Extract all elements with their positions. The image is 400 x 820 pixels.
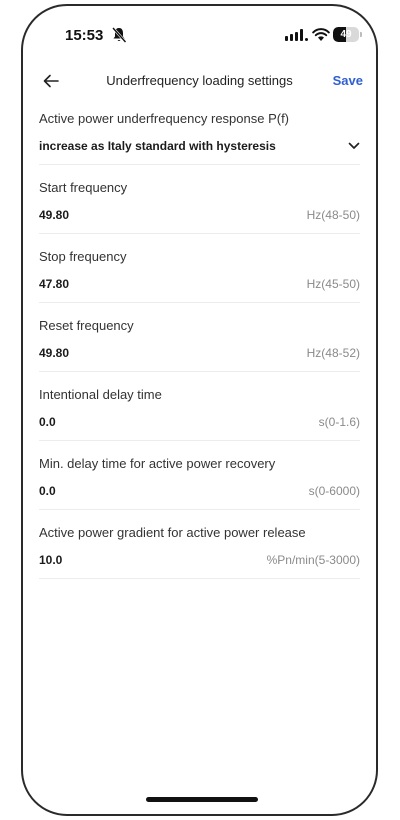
field-stop-frequency: Stop frequency 47.80 Hz(45-50) [39, 248, 360, 303]
settings-form: Active power underfrequency response P(f… [39, 110, 360, 579]
field-label: Active power gradient for active power r… [39, 525, 306, 540]
field-value: 49.80 [39, 346, 70, 360]
field-value: 49.80 [39, 208, 70, 222]
field-value: 47.80 [39, 277, 70, 291]
field-min-delay-recovery: Min. delay time for active power recover… [39, 455, 360, 510]
status-bar: 15:53 49 [23, 6, 376, 62]
field-unit-range: %Pn/min(5-3000) [266, 553, 360, 567]
field-value: 10.0 [39, 553, 63, 567]
app-header: Underfrequency loading settings Save [23, 62, 376, 102]
field-value: 0.0 [39, 415, 56, 429]
start-frequency-input[interactable]: 49.80 Hz(48-50) [39, 206, 360, 224]
pf-response-dropdown[interactable]: increase as Italy standard with hysteres… [39, 137, 360, 155]
arrow-left-icon [43, 74, 59, 88]
reset-frequency-input[interactable]: 49.80 Hz(48-52) [39, 344, 360, 362]
field-unit-range: Hz(45-50) [306, 277, 360, 291]
wifi-icon [312, 28, 330, 41]
dropdown-selected-value: increase as Italy standard with hysteres… [39, 139, 276, 153]
chevron-down-icon [348, 142, 360, 149]
phone-frame: 15:53 49 Underfrequency loading settings… [21, 4, 378, 816]
divider [39, 578, 360, 579]
min-delay-recovery-input[interactable]: 0.0 s(0-6000) [39, 482, 360, 500]
status-time: 15:53 [65, 27, 104, 44]
field-intentional-delay: Intentional delay time 0.0 s(0-1.6) [39, 386, 360, 441]
field-label: Stop frequency [39, 249, 127, 264]
battery-level: 49 [340, 29, 352, 40]
field-label: Start frequency [39, 180, 128, 195]
field-start-frequency: Start frequency 49.80 Hz(48-50) [39, 179, 360, 234]
page-title: Underfrequency loading settings [106, 73, 293, 88]
battery-indicator: 49 [333, 27, 363, 42]
save-button[interactable]: Save [333, 73, 363, 88]
intentional-delay-input[interactable]: 0.0 s(0-1.6) [39, 413, 360, 431]
field-label: Min. delay time for active power recover… [39, 456, 276, 471]
bell-off-icon [112, 27, 127, 43]
field-unit-range: s(0-6000) [308, 484, 360, 498]
cellular-signal-icon [285, 29, 308, 41]
home-indicator[interactable] [146, 797, 258, 802]
field-label: Active power underfrequency response P(f… [39, 111, 290, 126]
field-unit-range: s(0-1.6) [318, 415, 360, 429]
back-button[interactable] [36, 67, 66, 95]
field-label: Reset frequency [39, 318, 134, 333]
field-pf-response: Active power underfrequency response P(f… [39, 110, 360, 165]
stop-frequency-input[interactable]: 47.80 Hz(45-50) [39, 275, 360, 293]
field-unit-range: Hz(48-50) [306, 208, 360, 222]
power-gradient-input[interactable]: 10.0 %Pn/min(5-3000) [39, 551, 360, 569]
field-unit-range: Hz(48-52) [306, 346, 360, 360]
field-power-gradient: Active power gradient for active power r… [39, 524, 360, 579]
field-label: Intentional delay time [39, 387, 162, 402]
field-reset-frequency: Reset frequency 49.80 Hz(48-52) [39, 317, 360, 372]
field-value: 0.0 [39, 484, 56, 498]
